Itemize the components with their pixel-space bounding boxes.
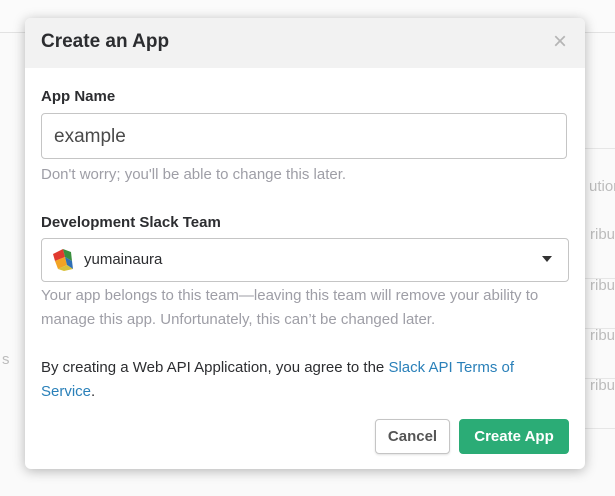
background-cell: ribu [590,277,615,294]
team-help: Your app belongs to this team—leaving th… [41,287,539,328]
app-name-input[interactable]: example [41,113,567,159]
cancel-button[interactable]: Cancel [375,419,450,454]
close-icon[interactable]: × [551,30,569,54]
create-app-dialog: Create an App × App Name example Don't w… [25,18,585,469]
terms-notice: By creating a Web API Application, you a… [41,356,561,404]
team-label: Development Slack Team [41,214,221,231]
background-cell: ribu [590,327,615,344]
background-cell: ribu [590,226,615,243]
app-name-help: Don't worry; you'll be able to change th… [41,166,347,183]
chevron-down-icon [542,256,552,262]
background-column-header: ution [589,178,615,195]
dialog-header: Create an App × [25,18,585,68]
team-select[interactable]: yumainaura [41,238,569,282]
background-cell: ribu [590,377,615,394]
app-name-label: App Name [41,88,116,105]
team-avatar-icon [53,249,73,271]
dialog-title: Create an App [41,31,170,52]
terms-end: . [91,383,96,400]
terms-text: By creating a Web API Application, you a… [41,359,389,376]
create-app-button[interactable]: Create App [459,419,569,454]
background-cell: s [2,351,10,368]
team-name: yumainaura [84,251,163,268]
